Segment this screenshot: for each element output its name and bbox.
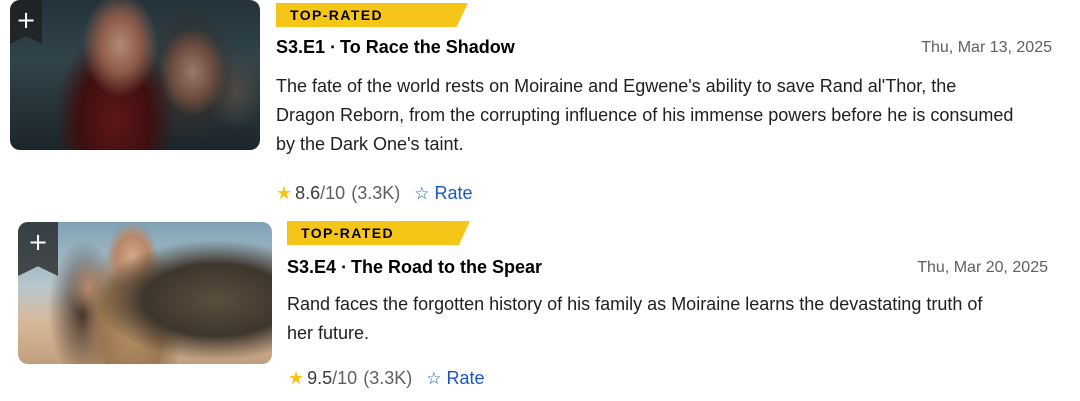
rate-button[interactable]: ☆ Rate [426, 368, 484, 389]
plus-icon: + [15, 6, 37, 34]
rating-max: /10 [320, 183, 346, 203]
episode-thumbnail[interactable]: + [18, 222, 272, 364]
rating-value: 8.6 [295, 183, 321, 203]
top-rated-badge: TOP-RATED [276, 3, 468, 27]
episode-image[interactable] [10, 0, 260, 150]
episode-title-link[interactable]: S3.E1 ∙ To Race the Shadow [276, 37, 515, 58]
rate-label: Rate [446, 368, 485, 388]
air-date: Thu, Mar 20, 2025 [917, 259, 1048, 276]
rate-button[interactable]: ☆ Rate [414, 183, 472, 204]
top-rated-badge: TOP-RATED [287, 221, 470, 245]
episode-plot: Rand faces the forgotten history of his … [287, 294, 983, 343]
star-icon: ★ [288, 368, 305, 389]
vote-count: (3.3K) [351, 183, 401, 203]
rate-label: Rate [434, 183, 473, 203]
episode-plot: The fate of the world rests on Moiraine … [276, 76, 1014, 154]
episode-card: + TOP-RATED S3.E1 ∙ To Race the Shadow T… [0, 0, 1080, 210]
star-outline-icon: ☆ [426, 368, 442, 389]
episode-thumbnail[interactable]: + [10, 0, 260, 150]
rating-max: /10 [332, 368, 358, 388]
episode-title-link[interactable]: S3.E4 ∙ The Road to the Spear [287, 257, 542, 278]
rating-value: 9.5 [307, 368, 333, 388]
rating-row: ★ 8.6 /10 (3.3K) ☆ Rate [276, 183, 473, 204]
vote-count: (3.3K) [363, 368, 413, 388]
episode-card: + TOP-RATED S3.E4 ∙ The Road to the Spea… [0, 218, 1080, 401]
star-icon: ★ [276, 183, 293, 204]
star-outline-icon: ☆ [414, 183, 430, 204]
episode-list: + TOP-RATED S3.E1 ∙ To Race the Shadow T… [0, 0, 1080, 401]
air-date: Thu, Mar 13, 2025 [921, 39, 1052, 56]
plus-icon: + [27, 228, 49, 256]
rating-row: ★ 9.5 /10 (3.3K) ☆ Rate [288, 368, 485, 389]
